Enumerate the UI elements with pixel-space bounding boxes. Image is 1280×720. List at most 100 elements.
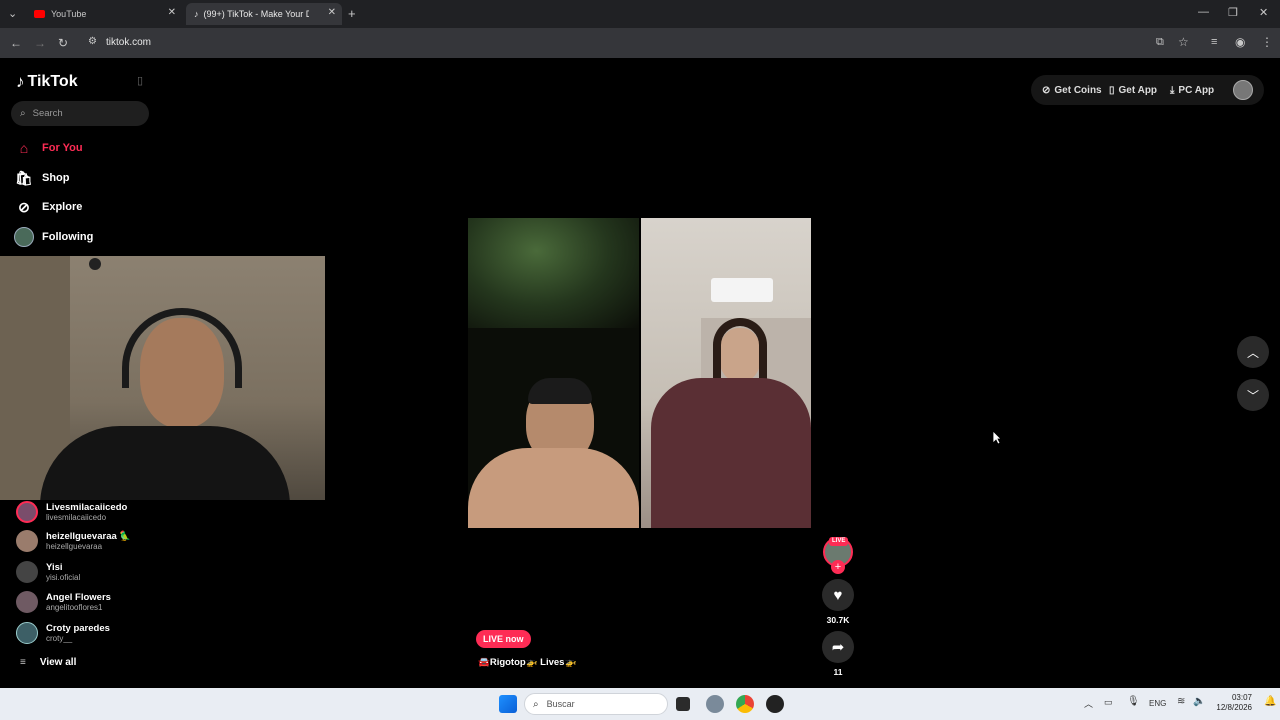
mouse-cursor-icon [992, 430, 1002, 445]
next-video-button[interactable]: ﹀ [1237, 379, 1269, 411]
reload-icon[interactable]: ↻ [58, 36, 68, 50]
account-item[interactable]: Yisi yisi.oficial [16, 559, 80, 585]
webcam-overlay [0, 256, 325, 500]
tab-list-icon[interactable]: ⌄ [8, 7, 17, 20]
browser-toolbar: ← → ↻ ⚙ tiktok.com ⧉ ☆ ≡ ◉ ⋮ [0, 28, 1280, 58]
video-caption[interactable]: 🚘Rigotop🚁 Lives🚁 [478, 657, 576, 668]
maximize-icon[interactable]: ❐ [1228, 6, 1238, 19]
taskbar-search-input[interactable]: Buscar [547, 699, 575, 709]
microphone-icon[interactable]: 🎙 [1127, 696, 1140, 707]
clock[interactable]: 03:07 12/8/2026 [1212, 693, 1252, 713]
minimize-icon[interactable]: — [1198, 6, 1209, 18]
view-all-link[interactable]: ≡ View all [20, 657, 76, 668]
new-tab-icon[interactable]: + [348, 6, 356, 21]
logo-text: TikTok [27, 73, 78, 90]
notification-bell-icon[interactable]: 🔔 [1264, 696, 1276, 707]
search-icon: ⌕ [533, 698, 539, 710]
get-app-button[interactable]: ▯ Get App [1109, 79, 1157, 101]
windows-taskbar: ⌕ Buscar ︿ ▭ 🎙 ENG ≋ 🔈 03:07 12/8/2026 🔔 [0, 688, 1280, 720]
heart-icon: ♥ [833, 586, 843, 604]
avatar [16, 530, 38, 552]
avatar [16, 622, 38, 644]
air-conditioner [711, 278, 773, 302]
account-name: Livesmilacaiicedo [46, 502, 128, 513]
install-app-icon[interactable]: ⧉ [1156, 36, 1164, 49]
menu-icon[interactable]: ⋮ [1261, 35, 1273, 49]
home-icon: ⌂ [19, 140, 29, 156]
search-box[interactable]: ⌕ Search [11, 101, 149, 126]
tab-tiktok[interactable]: ♪ (99+) TikTok - Make Your Day ✕ [186, 3, 342, 25]
compass-icon: ⊘ [18, 198, 30, 215]
close-tab-icon[interactable]: ✕ [328, 7, 336, 18]
account-handle: angelitooflores1 [46, 603, 103, 612]
wall-hook [89, 258, 101, 270]
settings-gear-icon[interactable] [706, 695, 724, 713]
wifi-icon[interactable]: ≋ [1177, 696, 1185, 707]
windows-start-icon[interactable] [499, 695, 517, 713]
site-info-icon[interactable]: ⚙ [88, 36, 97, 47]
chevron-up-icon: ︿ [1246, 345, 1259, 360]
nav-explore[interactable]: ⊘ Explore [14, 196, 82, 218]
follow-plus-icon[interactable]: + [831, 560, 845, 574]
reading-list-icon[interactable]: ≡ [1211, 36, 1217, 48]
account-handle: livesmilacaiicedo [46, 513, 107, 522]
share-button[interactable]: ➦ [822, 631, 854, 663]
tiktok-app-icon[interactable] [766, 695, 784, 713]
profile-icon[interactable]: ◉ [1235, 35, 1245, 49]
nav-following[interactable]: Following [14, 226, 93, 248]
coin-icon: ⊘ [1042, 84, 1051, 96]
back-icon[interactable]: ← [10, 36, 22, 50]
nav-label: Shop [42, 172, 70, 184]
youtube-favicon-icon [34, 10, 45, 18]
following-icon [14, 227, 34, 247]
volume-icon[interactable]: 🔈 [1193, 696, 1205, 707]
user-avatar[interactable] [1233, 80, 1253, 100]
account-item[interactable]: heizellguevaraa 🦜 heizellguevaraa [16, 528, 131, 554]
get-coins-button[interactable]: ⊘ Get Coins [1042, 79, 1102, 101]
avatar [16, 591, 38, 613]
browser-tab-bar: ⌄ YouTube ✕ ♪ (99+) TikTok - Make Your D… [0, 0, 1280, 28]
display-icon[interactable]: ▭ [1104, 697, 1113, 708]
chrome-icon[interactable] [736, 695, 754, 713]
live-video-left-pane[interactable] [468, 218, 639, 528]
button-label: Get Coins [1054, 84, 1102, 96]
live-video-right-pane[interactable] [641, 218, 811, 528]
nav-shop[interactable]: 🛍 Shop [14, 167, 70, 189]
person-hair [528, 378, 592, 404]
person-shoulders [468, 448, 639, 528]
share-count: 11 [833, 667, 843, 677]
tab-youtube[interactable]: YouTube ✕ [26, 3, 182, 25]
account-handle: croty__ [46, 634, 73, 643]
nav-for-you[interactable]: ⌂ For You [14, 137, 83, 159]
forward-icon[interactable]: → [34, 36, 46, 50]
close-window-icon[interactable]: ✕ [1259, 6, 1268, 19]
tiktok-note-icon: ♪ [16, 72, 25, 91]
headphones [122, 308, 242, 388]
live-now-badge[interactable]: LIVE now [476, 630, 531, 648]
previous-video-button[interactable]: ︿ [1237, 336, 1269, 368]
badge-label: LIVE now [483, 634, 524, 644]
url-text[interactable]: tiktok.com [106, 37, 151, 48]
show-hidden-icons-icon[interactable]: ︿ [1084, 697, 1093, 710]
account-item[interactable]: Croty paredes croty__ [16, 620, 110, 646]
tab-title: YouTube [51, 9, 87, 19]
pc-app-button[interactable]: ⤓ PC App [1170, 79, 1214, 101]
download-icon: ⤓ [1170, 84, 1175, 96]
clock-time: 03:07 [1231, 693, 1252, 702]
like-count: 30.7K [826, 615, 850, 625]
account-handle: yisi.oficial [46, 573, 81, 582]
taskbar-search-box[interactable]: ⌕ Buscar [524, 693, 668, 715]
tiktok-logo[interactable]: ♪ TikTok [16, 72, 78, 92]
task-view-icon[interactable] [676, 697, 690, 711]
clock-date: 12/8/2026 [1216, 703, 1252, 712]
collapse-sidebar-icon[interactable]: ▯ [137, 74, 143, 87]
close-tab-icon[interactable]: ✕ [168, 7, 176, 18]
chevron-down-icon: ﹀ [1246, 388, 1259, 403]
like-button[interactable]: ♥ [822, 579, 854, 611]
bookmark-star-icon[interactable]: ☆ [1178, 35, 1189, 49]
search-input[interactable]: Search [33, 108, 63, 119]
account-item[interactable]: Angel Flowers angelitooflores1 [16, 589, 111, 615]
language-indicator[interactable]: ENG [1149, 699, 1166, 708]
creator-live-tag: LIVE [829, 537, 849, 546]
account-item[interactable]: Livesmilacaiicedo livesmilacaiicedo [16, 499, 127, 525]
